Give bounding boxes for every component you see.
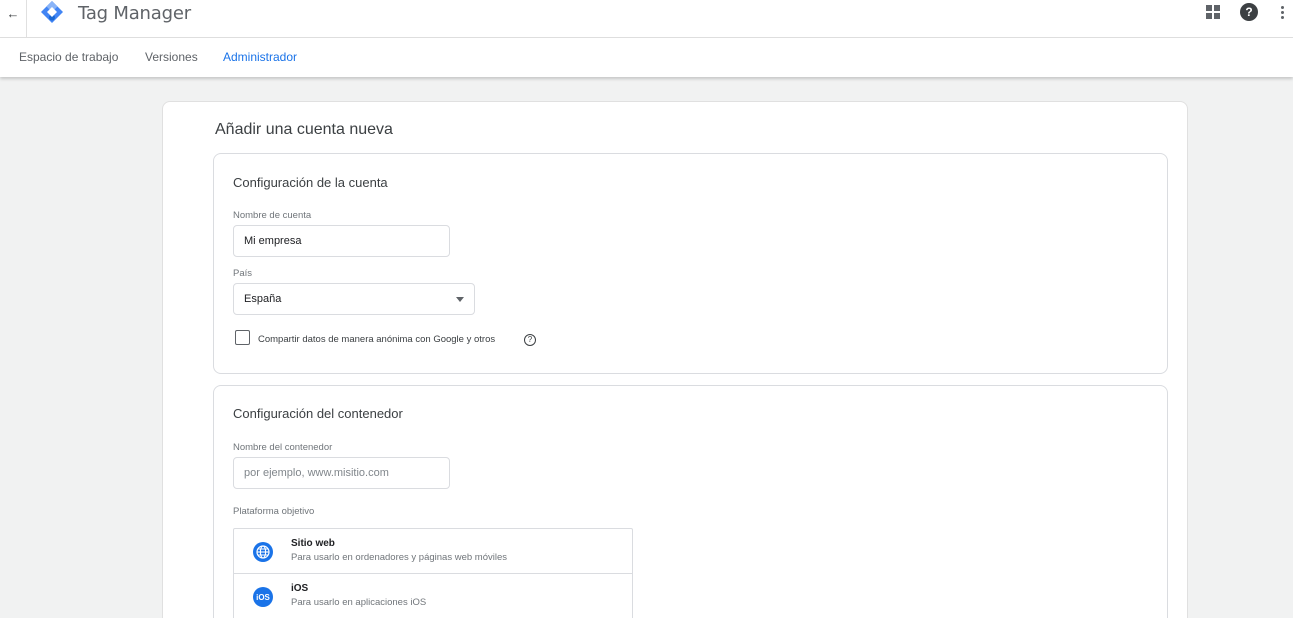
target-platform-label: Plataforma objetivo <box>233 506 315 517</box>
page-title: Añadir una cuenta nueva <box>215 121 393 138</box>
container-name-label: Nombre del contenedor <box>233 442 333 453</box>
account-section-title: Configuración de la cuenta <box>233 175 388 190</box>
tab-workspace[interactable]: Espacio de trabajo <box>19 50 118 64</box>
nav-tabs: Espacio de trabajo Versiones Administrad… <box>0 38 1293 77</box>
platform-list: Sitio web Para usarlo en ordenadores y p… <box>233 528 633 618</box>
country-select[interactable]: España <box>233 283 475 315</box>
tab-admin[interactable]: Administrador <box>223 50 297 64</box>
globe-icon <box>253 542 273 562</box>
account-name-label: Nombre de cuenta <box>233 210 312 221</box>
platform-option-ios[interactable]: iOS iOS Para usarlo en aplicaciones iOS <box>234 574 632 618</box>
help-circle-icon[interactable]: ? <box>524 334 536 346</box>
container-section-title: Configuración del contenedor <box>233 406 403 421</box>
container-name-input[interactable] <box>233 457 450 489</box>
top-actions: ? <box>1206 3 1293 21</box>
platform-description: Para usarlo en ordenadores y páginas web… <box>291 552 507 563</box>
arrow-back-icon[interactable]: ← <box>4 4 22 22</box>
tab-versions[interactable]: Versiones <box>145 50 198 64</box>
ios-icon: iOS <box>253 587 273 607</box>
dropdown-caret-icon <box>456 297 464 302</box>
platform-name: Sitio web <box>291 538 335 549</box>
apps-grid-icon[interactable] <box>1206 5 1220 19</box>
more-vert-icon[interactable] <box>1280 5 1284 19</box>
divider <box>26 0 27 38</box>
app-bar: ← Tag Manager ? <box>0 0 1293 38</box>
platform-name: iOS <box>291 583 309 594</box>
platform-description: Para usarlo en aplicaciones iOS <box>291 597 427 608</box>
new-account-card: Añadir una cuenta nueva Configuración de… <box>162 101 1188 618</box>
account-settings-section: Configuración de la cuenta Nombre de cue… <box>213 153 1168 374</box>
country-select-value: España <box>244 293 282 305</box>
app-title: Tag Manager <box>78 3 191 24</box>
platform-option-web[interactable]: Sitio web Para usarlo en ordenadores y p… <box>234 529 632 574</box>
share-data-checkbox[interactable] <box>235 330 250 345</box>
container-settings-section: Configuración del contenedor Nombre del … <box>213 385 1168 618</box>
account-name-input[interactable] <box>233 225 450 257</box>
share-data-label: Compartir datos de manera anónima con Go… <box>258 334 496 345</box>
country-label: País <box>233 268 253 279</box>
tag-manager-logo[interactable] <box>40 0 64 24</box>
help-icon[interactable]: ? <box>1240 3 1258 21</box>
